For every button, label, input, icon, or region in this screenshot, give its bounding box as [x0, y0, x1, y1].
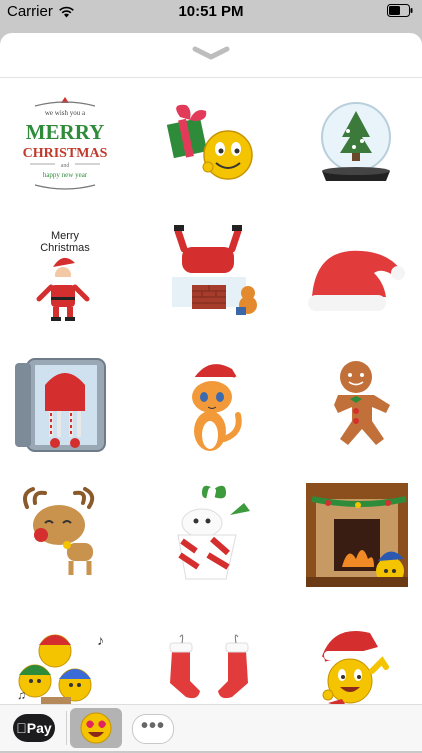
card-line3: CHRISTMAS: [23, 146, 108, 161]
reindeer-sticker[interactable]: [5, 481, 125, 591]
heart-eyes-emoji-icon: [80, 712, 112, 744]
card-line2: MERRY: [26, 120, 105, 144]
santa-merry-christmas-sticker[interactable]: Merry Christmas: [5, 221, 125, 331]
svg-text:♪: ♪: [97, 632, 104, 648]
status-bar: Carrier 10:51 PM: [0, 0, 422, 24]
kitten-santa-hat-sticker[interactable]: [152, 351, 272, 461]
snow-globe-sticker[interactable]: [298, 91, 418, 201]
battery-icon: [387, 4, 413, 17]
apple-pay-button[interactable]: Pay: [13, 714, 55, 742]
app-drawer-bar: Pay •••: [0, 704, 422, 751]
bunny-in-gift-box-sticker[interactable]: [152, 481, 272, 591]
emoji-with-gift-sticker[interactable]: [152, 91, 272, 201]
fireplace-emoji-sticker[interactable]: [298, 481, 418, 591]
clock: 10:51 PM: [178, 3, 244, 20]
selected-sticker-app-button[interactable]: [70, 708, 122, 748]
apple-pay-label: Pay: [21, 720, 52, 736]
card-line4: and: [61, 163, 70, 169]
sticker-sheet: we wish you a MERRY CHRISTMAS and happy …: [0, 33, 422, 750]
card-line5: happy new year: [43, 171, 88, 179]
more-apps-button[interactable]: •••: [132, 714, 174, 744]
gingerbread-man-sticker[interactable]: [298, 351, 418, 461]
ellipsis-icon: •••: [140, 715, 165, 737]
fridge-elf-sticker[interactable]: [5, 351, 125, 461]
apple-logo-icon: : [16, 720, 27, 736]
app-divider: [66, 711, 67, 745]
svg-text:♫: ♫: [17, 688, 26, 702]
card-line1: we wish you a: [45, 109, 86, 117]
santa-hat-sticker[interactable]: [298, 221, 418, 331]
collapse-chevron-icon[interactable]: [191, 45, 231, 61]
merry-christmas-card-sticker[interactable]: we wish you a MERRY CHRISTMAS and happy …: [5, 91, 125, 201]
santa-line2: Christmas: [40, 242, 90, 254]
santa-in-chimney-sticker[interactable]: [152, 221, 272, 331]
header-separator: [0, 77, 422, 78]
santa-line1: Merry: [51, 230, 80, 242]
